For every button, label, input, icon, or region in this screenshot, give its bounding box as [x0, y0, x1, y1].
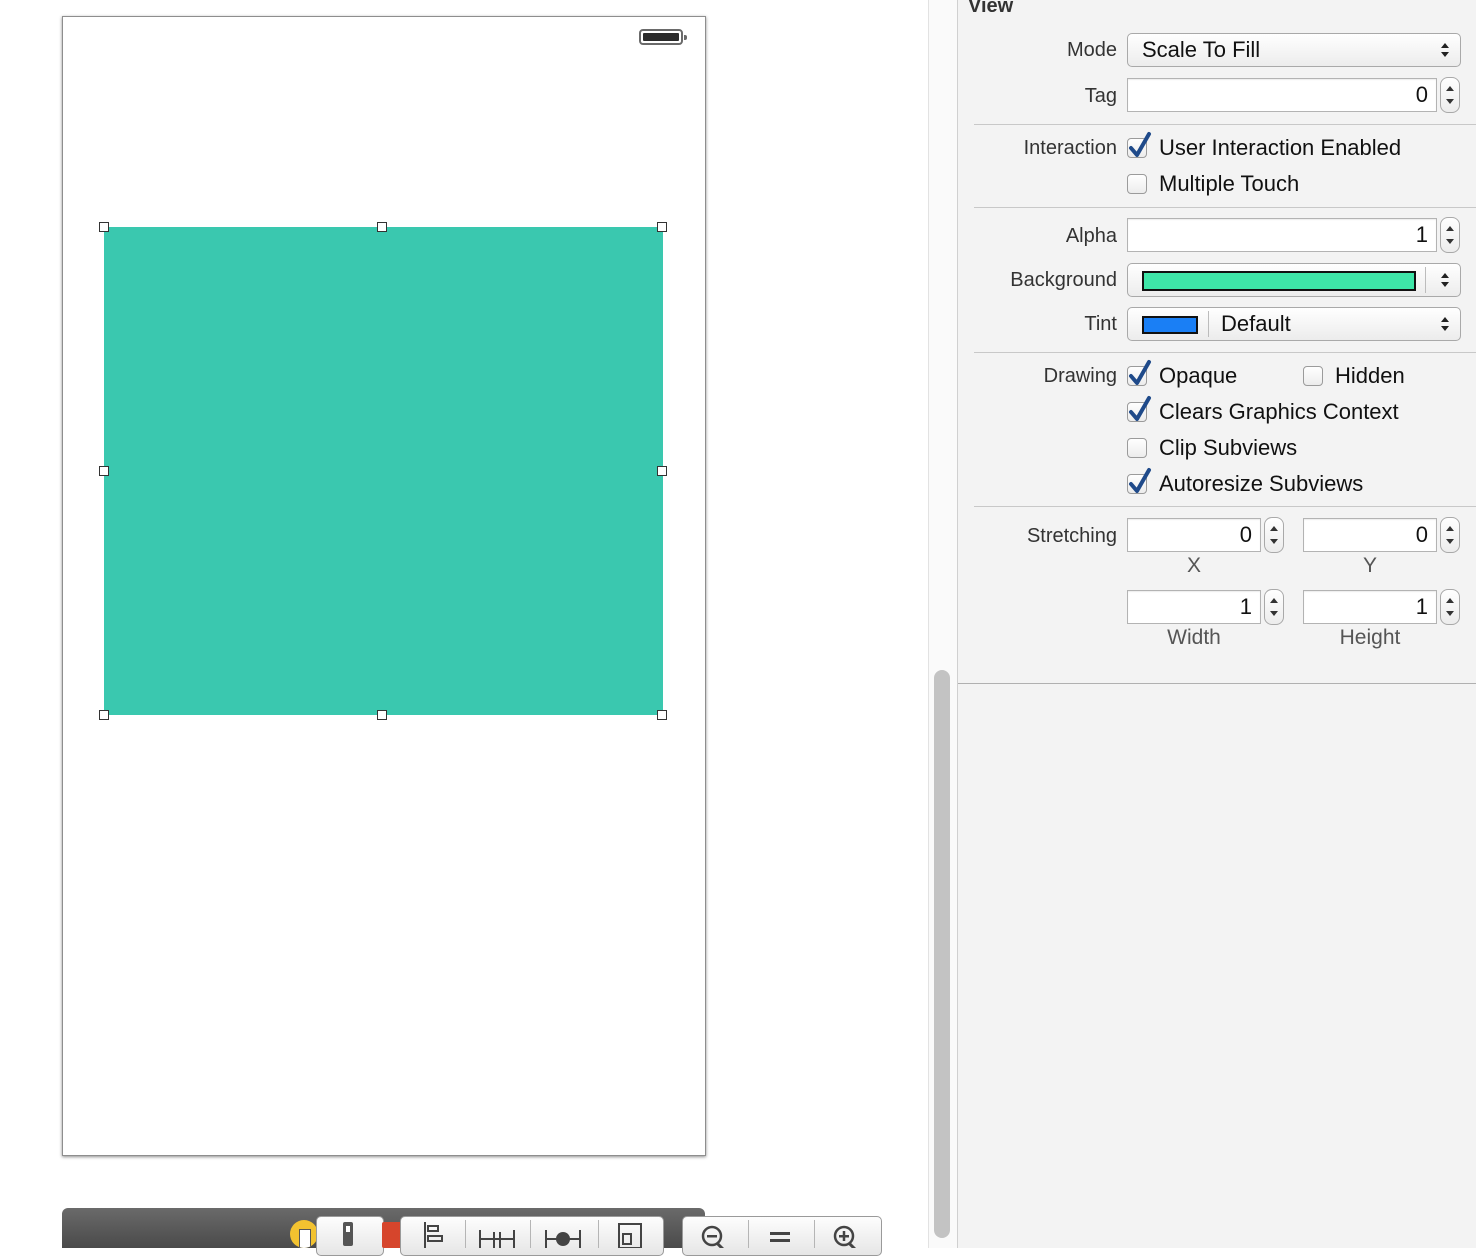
- drawing-label: Drawing: [1043, 365, 1117, 387]
- resize-handle-bottom[interactable]: [377, 710, 387, 720]
- toolbar-separator: [598, 1220, 599, 1248]
- stretching-width-field[interactable]: 1: [1127, 590, 1261, 624]
- checkmark-icon: [1129, 468, 1151, 493]
- zoom-in-icon[interactable]: [826, 1220, 866, 1248]
- mode-value: Scale To Fill: [1142, 37, 1261, 62]
- stretching-x-field[interactable]: 0: [1127, 518, 1261, 552]
- checkbox-box: [1127, 174, 1147, 194]
- tint-color-swatch: [1142, 316, 1198, 334]
- pin-icon[interactable]: [477, 1220, 517, 1248]
- resize-handle-right[interactable]: [657, 466, 667, 476]
- stretching-label: Stretching: [1026, 525, 1117, 547]
- tag-label: Tag: [1084, 85, 1117, 107]
- background-color-popup[interactable]: [1127, 263, 1461, 297]
- storyboard-canvas[interactable]: [0, 0, 928, 1256]
- checkbox-box: [1127, 132, 1151, 158]
- stretching-width-caption: Width: [1167, 626, 1221, 649]
- popup-arrows-icon: [1441, 43, 1449, 57]
- red-object-icon: [382, 1222, 402, 1248]
- mode-popup[interactable]: Scale To Fill: [1127, 33, 1461, 67]
- stretching-x-stepper[interactable]: [1264, 517, 1284, 553]
- resolve-icon[interactable]: [543, 1220, 583, 1248]
- tag-field[interactable]: 0: [1127, 78, 1437, 112]
- checkbox-box: [1127, 438, 1147, 458]
- alpha-field[interactable]: 1: [1127, 218, 1437, 252]
- stretching-width-stepper[interactable]: [1264, 589, 1284, 625]
- selected-view[interactable]: [104, 227, 663, 715]
- checkbox-label: Hidden: [1335, 363, 1405, 388]
- interaction-label: Interaction: [1023, 137, 1117, 159]
- checkbox-label: Clip Subviews: [1159, 435, 1298, 460]
- autoresize-subviews-checkbox[interactable]: Autoresize Subviews: [1127, 468, 1364, 498]
- user-interaction-enabled-checkbox[interactable]: User Interaction Enabled: [1127, 132, 1402, 162]
- checkbox-label: Clears Graphics Context: [1159, 399, 1399, 424]
- stretching-height-caption: Height: [1339, 626, 1401, 649]
- checkmark-icon: [1129, 132, 1151, 157]
- stretching-y-field[interactable]: 0: [1303, 518, 1437, 552]
- popup-divider: [1208, 311, 1209, 337]
- checkbox-label: Opaque: [1159, 363, 1238, 388]
- clears-graphics-context-checkbox[interactable]: Clears Graphics Context: [1127, 396, 1399, 426]
- tint-label: Tint: [1084, 313, 1117, 335]
- stretching-y-caption: Y: [1362, 554, 1377, 577]
- background-color-swatch: [1142, 271, 1416, 291]
- panel-divider: [958, 683, 1476, 684]
- toolbar-separator: [814, 1220, 815, 1248]
- stretching-height-stepper[interactable]: [1440, 589, 1460, 625]
- toolbar-separator: [530, 1220, 531, 1248]
- attributes-inspector: View Mode Scale To Fill Tag 0 Interactio…: [958, 0, 1476, 1248]
- stretching-height-field[interactable]: 1: [1303, 590, 1437, 624]
- resize-handle-top[interactable]: [377, 222, 387, 232]
- toolbar-separator: [748, 1220, 749, 1248]
- popup-divider: [1425, 267, 1426, 293]
- checkbox-label: Autoresize Subviews: [1159, 471, 1364, 496]
- checkbox-box: [1127, 360, 1151, 386]
- checkmark-icon: [1129, 360, 1151, 385]
- zoom-out-icon[interactable]: [694, 1220, 734, 1248]
- checkbox-box: [1303, 366, 1323, 386]
- zoom-actual-icon[interactable]: [760, 1220, 800, 1248]
- canvas-scrollbar-thumb[interactable]: [934, 670, 950, 1238]
- divider: [974, 352, 1476, 353]
- alpha-stepper[interactable]: [1440, 217, 1460, 253]
- checkbox-label: Multiple Touch: [1159, 171, 1300, 196]
- battery-icon: [639, 29, 687, 45]
- tint-value: Default: [1221, 311, 1291, 336]
- background-label: Background: [1010, 269, 1117, 291]
- divider: [974, 207, 1476, 208]
- resizing-icon[interactable]: [610, 1220, 650, 1248]
- clip-subviews-checkbox[interactable]: Clip Subviews: [1127, 434, 1297, 462]
- checkbox-box: [1127, 396, 1151, 422]
- mode-label: Mode: [1066, 39, 1117, 61]
- divider: [974, 506, 1476, 507]
- alpha-label: Alpha: [1065, 225, 1117, 247]
- checkbox-label: User Interaction Enabled: [1159, 135, 1402, 160]
- resize-handle-bottom-right[interactable]: [657, 710, 667, 720]
- resize-handle-bottom-left[interactable]: [99, 710, 109, 720]
- popup-arrows-icon: [1441, 317, 1449, 331]
- resize-handle-left[interactable]: [99, 466, 109, 476]
- popup-arrows-icon: [1441, 273, 1449, 287]
- tag-stepper[interactable]: [1440, 77, 1460, 113]
- checkmark-icon: [1129, 396, 1151, 421]
- stretching-y-stepper[interactable]: [1440, 517, 1460, 553]
- divider: [974, 124, 1476, 125]
- resize-handle-top-left[interactable]: [99, 222, 109, 232]
- tint-popup[interactable]: Default: [1127, 307, 1461, 341]
- hidden-checkbox[interactable]: Hidden: [1303, 362, 1405, 390]
- checkbox-box: [1127, 468, 1151, 494]
- toolbar-separator: [465, 1220, 466, 1248]
- stretching-x-caption: X: [1186, 554, 1201, 577]
- opaque-checkbox[interactable]: Opaque: [1127, 360, 1238, 390]
- document-outline-icon[interactable]: [290, 1220, 318, 1248]
- section-title: View: [968, 0, 1014, 17]
- resize-handle-top-right[interactable]: [657, 222, 667, 232]
- simulated-metrics-icon[interactable]: [328, 1220, 368, 1248]
- align-icon[interactable]: [412, 1220, 452, 1248]
- multiple-touch-checkbox[interactable]: Multiple Touch: [1127, 170, 1299, 198]
